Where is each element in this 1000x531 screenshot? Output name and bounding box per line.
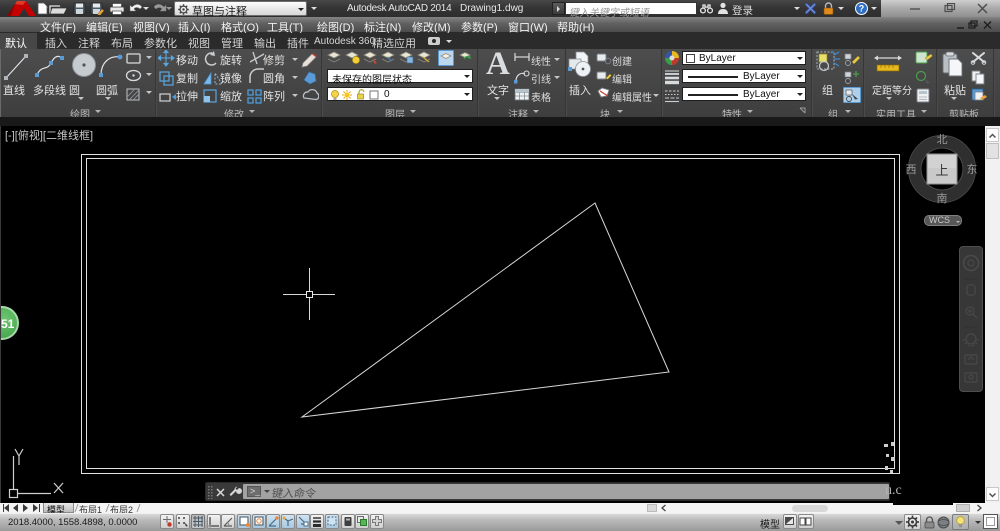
svg-text:南: 南 (937, 192, 948, 205)
svg-text:东: 东 (967, 163, 978, 176)
svg-text:上: 上 (935, 163, 948, 178)
svg-text:西: 西 (906, 164, 917, 176)
svg-text:北: 北 (937, 133, 948, 146)
svg-text:?: ? (859, 4, 865, 14)
